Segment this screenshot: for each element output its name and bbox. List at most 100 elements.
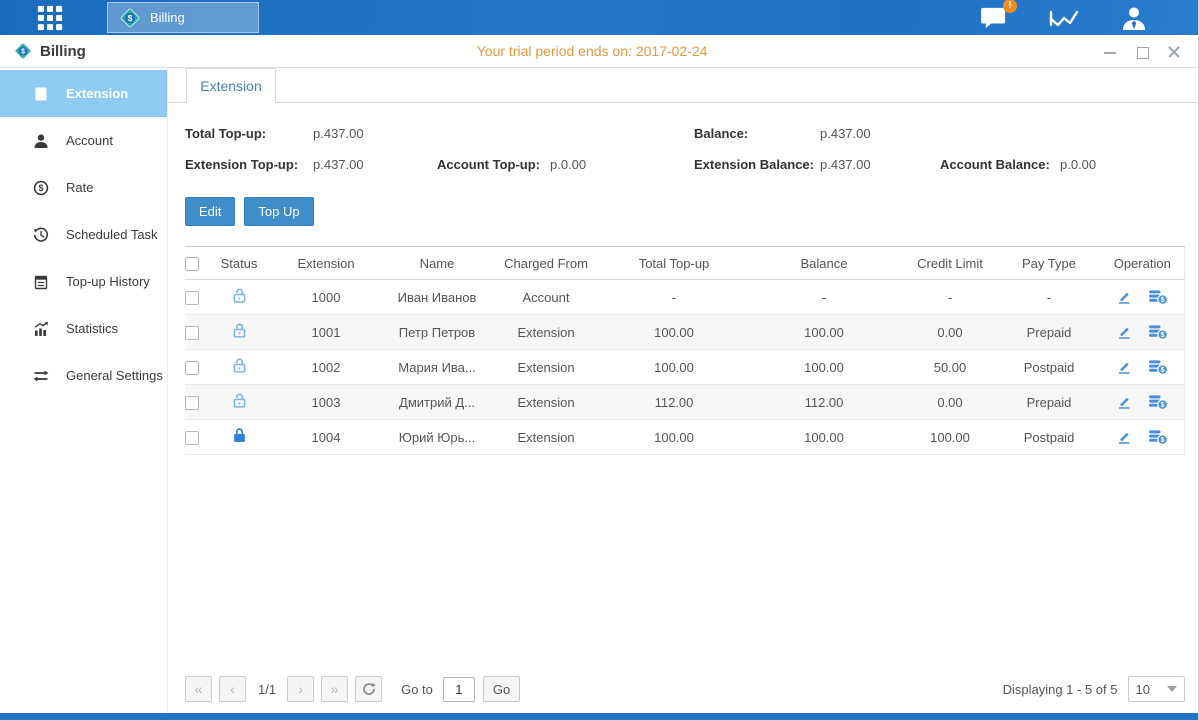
sidebar-item-topup-history[interactable]: Top-up History xyxy=(0,258,167,305)
cell-pay-type: Prepaid xyxy=(997,315,1101,350)
top-up-row-icon[interactable]: $ xyxy=(1148,359,1168,375)
cell-balance: - xyxy=(745,280,903,315)
col-name: Name xyxy=(385,247,489,280)
next-page-button[interactable]: › xyxy=(287,676,314,702)
edit-row-icon[interactable] xyxy=(1116,429,1132,445)
last-page-button[interactable]: » xyxy=(321,676,348,702)
edit-button[interactable]: Edit xyxy=(185,197,235,226)
extension-topup-label: Extension Top-up: xyxy=(185,157,313,172)
col-balance: Balance xyxy=(745,247,903,280)
edit-row-icon[interactable] xyxy=(1116,289,1132,305)
dollar-circle-icon: $ xyxy=(33,180,49,196)
svg-text:$: $ xyxy=(1161,297,1165,304)
notifications-button[interactable]: ! xyxy=(978,5,1010,31)
notification-badge: ! xyxy=(1003,0,1017,13)
apps-grid-icon[interactable] xyxy=(35,3,65,33)
table-row[interactable]: 1003 Дмитрий Д... Extension 112.00 112.0… xyxy=(185,385,1184,420)
go-button[interactable]: Go xyxy=(483,676,520,702)
cell-pay-type: Postpaid xyxy=(997,350,1101,385)
top-up-row-icon[interactable]: $ xyxy=(1148,429,1168,445)
cell-pay-type: Postpaid xyxy=(997,420,1101,455)
unlocked-icon xyxy=(231,392,248,409)
sidebar-item-scheduled-task[interactable]: Scheduled Task xyxy=(0,211,167,258)
svg-text:$: $ xyxy=(1161,402,1165,409)
table-row[interactable]: 1001 Петр Петров Extension 100.00 100.00… xyxy=(185,315,1184,350)
cell-charged-from: Extension xyxy=(489,315,603,350)
sidebar-item-rate[interactable]: $ Rate xyxy=(0,164,167,211)
sidebar-item-general-settings[interactable]: General Settings xyxy=(0,352,167,399)
top-up-row-icon[interactable]: $ xyxy=(1148,289,1168,305)
cell-extension: 1003 xyxy=(267,385,385,420)
tab-extension[interactable]: Extension xyxy=(186,68,276,103)
top-up-row-icon[interactable]: $ xyxy=(1148,324,1168,340)
first-page-button[interactable]: « xyxy=(185,676,212,702)
svg-text:$: $ xyxy=(1161,437,1165,444)
minimize-button[interactable] xyxy=(1102,44,1118,60)
page-size-dropdown[interactable]: 10 xyxy=(1128,676,1185,702)
extension-balance-value: p.437.00 xyxy=(820,157,940,172)
sidebar-item-label: Statistics xyxy=(66,321,118,336)
sidebar-item-label: Top-up History xyxy=(66,274,150,289)
table-row[interactable]: 1000 Иван Иванов Account - - - - xyxy=(185,280,1184,315)
edit-row-icon[interactable] xyxy=(1116,394,1132,410)
balance-summary: Total Top-up: p.437.00 Balance: p.437.00… xyxy=(185,118,1185,180)
col-total-topup: Total Top-up xyxy=(603,247,745,280)
cell-name: Петр Петров xyxy=(385,315,489,350)
row-checkbox[interactable] xyxy=(185,396,199,410)
sidebar-item-label: Scheduled Task xyxy=(66,227,158,242)
cell-name: Юрий Юрь... xyxy=(385,420,489,455)
row-checkbox[interactable] xyxy=(185,431,199,445)
top-up-row-icon[interactable]: $ xyxy=(1148,394,1168,410)
sidebar-item-statistics[interactable]: Statistics xyxy=(0,305,167,352)
page-size-value: 10 xyxy=(1136,682,1150,697)
unlocked-icon xyxy=(231,287,248,304)
reports-button[interactable] xyxy=(1048,5,1080,31)
maximize-button[interactable] xyxy=(1134,44,1150,60)
top-up-button[interactable]: Top Up xyxy=(244,197,313,226)
cell-name: Иван Иванов xyxy=(385,280,489,315)
row-checkbox[interactable] xyxy=(185,291,199,305)
taskbar-tab-billing[interactable]: $ Billing xyxy=(107,2,259,33)
close-button[interactable] xyxy=(1166,44,1182,60)
prev-page-button[interactable]: ‹ xyxy=(219,676,246,702)
cell-name: Мария Ива... xyxy=(385,350,489,385)
top-taskbar: $ Billing ! xyxy=(0,0,1198,35)
edit-row-icon[interactable] xyxy=(1116,359,1132,375)
cell-charged-from: Extension xyxy=(489,350,603,385)
cell-extension: 1004 xyxy=(267,420,385,455)
cell-balance: 100.00 xyxy=(745,350,903,385)
ledger-icon xyxy=(33,274,49,290)
sidebar-item-account[interactable]: Account xyxy=(0,117,167,164)
cell-pay-type: Prepaid xyxy=(997,385,1101,420)
svg-text:$: $ xyxy=(128,14,133,23)
cell-charged-from: Extension xyxy=(489,385,603,420)
billing-diamond-icon: $ xyxy=(13,41,33,61)
sidebar-item-label: Extension xyxy=(66,86,128,101)
cell-extension: 1001 xyxy=(267,315,385,350)
svg-text:$: $ xyxy=(21,49,25,56)
svg-text:$: $ xyxy=(38,183,43,193)
taskbar-tab-label: Billing xyxy=(150,10,185,25)
row-checkbox[interactable] xyxy=(185,361,199,375)
edit-row-icon[interactable] xyxy=(1116,324,1132,340)
select-all-checkbox[interactable] xyxy=(185,257,199,271)
balance-label: Balance: xyxy=(694,126,820,141)
cell-credit-limit: 100.00 xyxy=(903,420,997,455)
goto-page-input[interactable] xyxy=(443,677,475,702)
user-menu-button[interactable] xyxy=(1118,5,1150,31)
cell-credit-limit: 0.00 xyxy=(903,315,997,350)
table-row[interactable]: 1004 Юрий Юрь... Extension 100.00 100.00… xyxy=(185,420,1184,455)
table-row[interactable]: 1002 Мария Ива... Extension 100.00 100.0… xyxy=(185,350,1184,385)
sidebar-item-extension[interactable]: Extension xyxy=(0,70,167,117)
cell-charged-from: Account xyxy=(489,280,603,315)
extension-table-body: 1000 Иван Иванов Account - - - - xyxy=(185,280,1184,455)
billing-diamond-icon: $ xyxy=(118,6,142,30)
grid-icon xyxy=(37,5,63,31)
refresh-button[interactable] xyxy=(355,676,382,702)
cell-total-topup: 100.00 xyxy=(603,350,745,385)
col-credit-limit: Credit Limit xyxy=(903,247,997,280)
table-header-row: Status Extension Name Charged From Total… xyxy=(185,247,1184,280)
tab-strip: Extension xyxy=(168,68,1199,103)
row-checkbox[interactable] xyxy=(185,326,199,340)
total-topup-label: Total Top-up: xyxy=(185,126,313,141)
